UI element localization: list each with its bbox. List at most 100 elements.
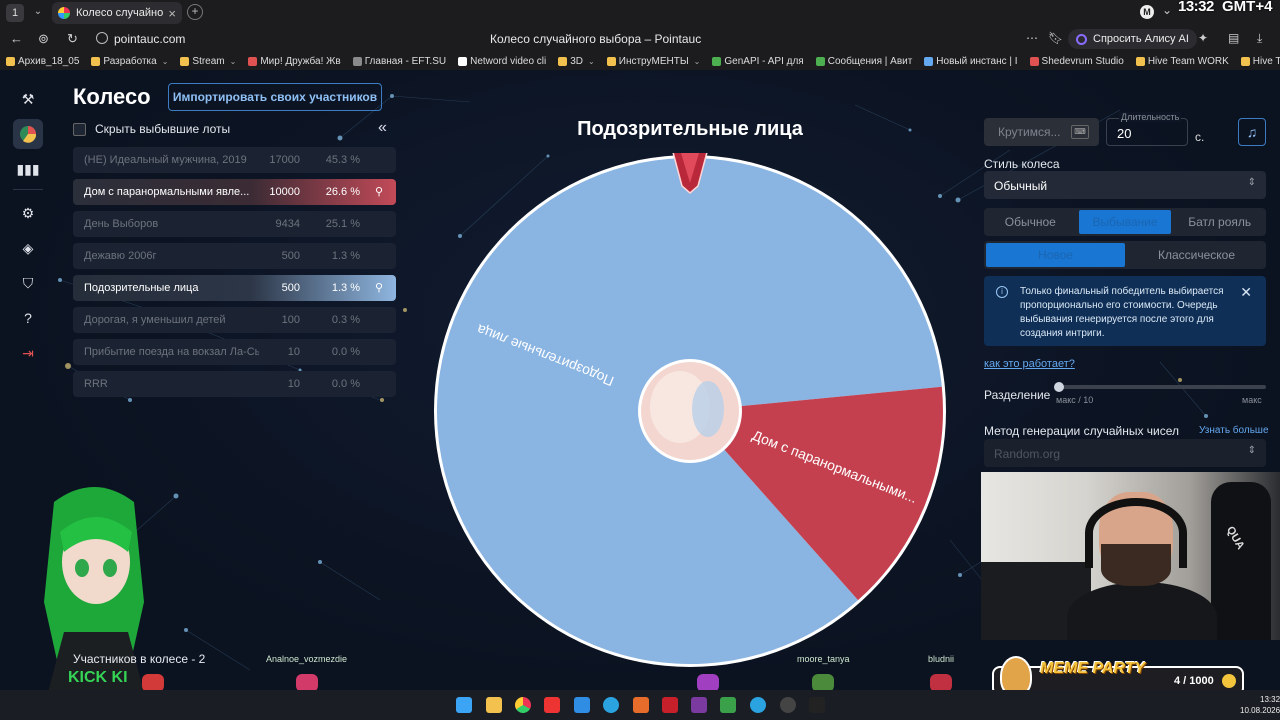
new-tab-button[interactable]: + [187,4,203,20]
close-tab-icon[interactable]: × [168,6,176,21]
lot-percent: 26.6 % [325,186,360,198]
bookmark-item[interactable]: ИнструМЕНТЫ ⌄ [606,56,700,67]
chevron-down-icon: ⌄ [161,56,169,66]
sidebar-toggle-icon[interactable]: ▤ [1228,31,1239,45]
chat-avatar [812,674,834,690]
mode-option[interactable]: Выбывание [1078,210,1172,234]
sidebar-auction-button[interactable]: ⚒ [13,84,43,114]
lot-name: День Выборов [84,218,159,230]
bookmark-item[interactable]: Netword video cli [458,56,546,67]
checkbox-box[interactable] [73,122,86,136]
site-info-icon[interactable] [96,32,108,44]
taskbar-clock[interactable]: 13:32 10.08.2026 [1240,694,1280,716]
reload-icon[interactable]: ↻ [67,31,78,47]
bookmark-item[interactable]: Hive Team DEV [1240,56,1280,67]
lot-row[interactable]: Подозрительные лица 500 1.3 % ⚲ [73,275,396,301]
mode-option[interactable]: Батл рояль [1173,208,1266,236]
split-slider[interactable] [1054,382,1266,392]
workspace-badge[interactable]: 1 [6,4,24,22]
extensions-icon[interactable]: ✦ [1198,31,1208,45]
lot-row[interactable]: Дом с паранормальными явле... 10000 26.6 %… [73,179,396,205]
submode-option[interactable]: Классическое [1127,241,1266,269]
help-icon: ? [24,310,32,326]
workspace-dropdown-icon[interactable]: ⌄ [30,3,46,21]
app-icon[interactable] [750,697,766,713]
file-explorer-icon[interactable] [486,697,502,713]
how-it-works-link[interactable]: как это работает? [984,358,1075,370]
sidebar-logout-button[interactable]: ⇥ [13,338,43,368]
bookmark-item[interactable]: Stream ⌄ [180,56,236,67]
sidebar-layers-button[interactable]: ◈ [13,233,43,263]
slider-thumb[interactable] [1054,382,1064,392]
sidebar-security-button[interactable]: ⛉ [13,268,43,298]
mode-option[interactable]: Обычное [984,208,1077,236]
wheel-style-value: Обычный [994,179,1048,193]
learn-more-link[interactable]: Узнать больше [1199,425,1269,436]
submode-option[interactable]: Новое [986,243,1125,267]
app-icon[interactable] [809,697,825,713]
close-alert-icon[interactable]: ✕ [1240,284,1252,301]
bookmark-item[interactable]: Главная - EFT.SU [352,56,446,67]
wheel-style-select[interactable]: Обычный ⇕ [984,171,1266,199]
windows-taskbar: 13:32 10.08.2026 [0,690,1280,720]
url-field[interactable]: pointauc.com [114,32,185,46]
lot-row[interactable]: Дорогая, я уменьшил детей 100 0.3 % [73,307,396,333]
bookmark-item[interactable]: 3D ⌄ [558,56,595,67]
sidebar-wheel-button[interactable] [13,119,43,149]
app-icon[interactable] [662,697,678,713]
lot-row[interactable]: RRR 10 0.0 % [73,371,396,397]
obs-icon[interactable] [780,697,796,713]
bookmark-label: Новый инстанс | I [936,55,1018,67]
duration-field[interactable]: Длительность 20 [1106,112,1188,146]
bookmark-item[interactable]: Мир! Дружба! Жв [248,56,341,67]
hide-eliminated-label: Скрыть выбывшие лоты [95,122,231,136]
bookmark-item[interactable]: Разработка ⌄ [91,56,168,67]
overlay-clock: 13:32 [1178,0,1214,15]
lot-row[interactable]: (НЕ) Идеальный мужчина, 2019 17000 45.3 % [73,147,396,173]
bookmark-item[interactable]: GenAPI - API для [712,56,804,67]
sidebar-help-button[interactable]: ? [13,303,43,333]
yandex-browser-icon[interactable] [544,697,560,713]
collapse-panel-icon[interactable]: « [378,119,387,137]
browser-tab[interactable]: Колесо случайного выбора – Pointauc × [52,2,182,24]
lot-row[interactable]: Дежавю 2006г 500 1.3 % [73,243,396,269]
bookmark-item[interactable]: Архив_18_05 [6,56,79,67]
sidebar-settings-button[interactable]: ⚙ [13,198,43,228]
start-icon[interactable] [456,697,472,713]
lot-row[interactable]: Прибытие поезда на вокзал Ла-Сь... 10 0.0 … [73,339,396,365]
lot-amount: 100 [281,314,300,326]
bookmark-item[interactable]: Shedevrum Studio [1029,56,1124,67]
tray-arrow-icon[interactable]: ⌄ [1162,3,1172,17]
rng-select[interactable]: Random.org ⇕ [984,439,1266,467]
ask-alice-button[interactable]: Спросить Алису AI [1068,29,1197,49]
chat-avatar [142,674,164,690]
bookmark-item[interactable]: Hive Team WORK [1135,56,1229,67]
bookmark-icon[interactable]: 🔖︎ [1048,31,1063,45]
shield-icon[interactable]: ⊚ [38,31,49,47]
page-title: Колесо случайного выбора – Pointauc [490,32,702,46]
sidebar-stats-button[interactable]: ▮▮▮ [13,154,43,184]
music-button[interactable]: ♫ [1238,118,1266,146]
download-icon[interactable]: ⤓ [1257,31,1262,46]
wheel-center-accent [692,381,724,437]
tray-app-icon[interactable]: M [1140,5,1154,19]
duration-value[interactable]: 20 [1117,126,1131,141]
chrome-icon[interactable] [515,697,531,713]
ask-alice-label: Спросить Алису AI [1093,33,1189,45]
back-icon[interactable]: ← [10,31,23,46]
spin-button[interactable]: Крутимся... ⌨ [984,118,1099,146]
menu-dots-icon[interactable]: ⋯ [1026,31,1038,45]
telegram-icon[interactable] [603,697,619,713]
lot-row[interactable]: День Выборов 9434 25.1 % [73,211,396,237]
wheel[interactable]: Дом с паранормальными...Подозрительные л… [432,153,948,669]
bookmark-item[interactable]: Сообщения | Авит [815,56,912,67]
bookmark-item[interactable]: Новый инстанс | I [924,55,1018,67]
app-icon[interactable] [633,697,649,713]
wheel-icon [20,126,37,143]
import-participants-button[interactable]: Импортировать своих участников [168,83,382,111]
hide-eliminated-checkbox[interactable]: Скрыть выбывшие лоты [73,122,230,136]
bookmark-icon [606,56,616,66]
vscode-icon[interactable] [574,697,590,713]
app-icon[interactable] [691,697,707,713]
app-icon[interactable] [720,697,736,713]
